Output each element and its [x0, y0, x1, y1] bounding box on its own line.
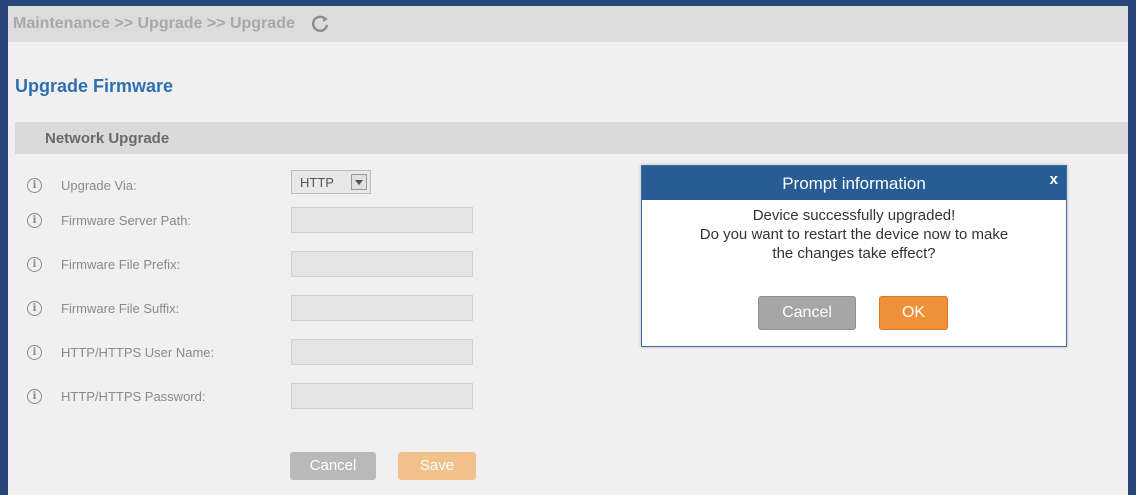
info-icon[interactable]: i [27, 345, 42, 360]
chevron-down-icon[interactable] [351, 174, 367, 190]
page-title: Upgrade Firmware [15, 76, 174, 96]
info-icon[interactable]: i [27, 178, 42, 193]
http-password-input[interactable] [291, 383, 473, 409]
form-row-upgrade-via: i Upgrade Via: HTTP [15, 170, 495, 200]
upgrade-via-label: Upgrade Via: [61, 178, 137, 193]
info-icon[interactable]: i [27, 213, 42, 228]
firmware-file-prefix-label: Firmware File Prefix: [61, 257, 181, 272]
section-header: Network Upgrade [15, 122, 1128, 154]
firmware-server-path-label: Firmware Server Path: [61, 213, 192, 228]
refresh-icon[interactable] [309, 13, 331, 35]
upgrade-via-value: HTTP [300, 175, 334, 190]
form-row-file-prefix: i Firmware File Prefix: [15, 251, 495, 279]
dialog-cancel-button[interactable]: Cancel [758, 296, 856, 330]
close-icon[interactable]: x [1050, 171, 1058, 188]
upgrade-via-select[interactable]: HTTP [291, 170, 371, 194]
firmware-file-suffix-label: Firmware File Suffix: [61, 301, 180, 316]
form-row-user-name: i HTTP/HTTPS User Name: [15, 339, 495, 367]
prompt-dialog: Prompt information x Device successfully… [641, 165, 1067, 347]
firmware-file-suffix-input[interactable] [291, 295, 473, 321]
breadcrumb-bar: Maintenance >> Upgrade >> Upgrade [8, 6, 1128, 42]
info-icon[interactable]: i [27, 389, 42, 404]
dialog-message-line: the changes take effect? [772, 245, 936, 262]
firmware-file-prefix-input[interactable] [291, 251, 473, 277]
http-password-label: HTTP/HTTPS Password: [61, 389, 206, 404]
section-title: Network Upgrade [45, 129, 170, 147]
dialog-ok-button[interactable]: OK [879, 296, 948, 330]
breadcrumb: Maintenance >> Upgrade >> Upgrade [13, 15, 295, 32]
firmware-server-path-input[interactable] [291, 207, 473, 233]
dialog-message: Device successfully upgraded! Do you wan… [642, 206, 1066, 263]
info-icon[interactable]: i [27, 257, 42, 272]
form-row-password: i HTTP/HTTPS Password: [15, 383, 495, 411]
dialog-title: Prompt information [782, 174, 926, 193]
form-row-server-path: i Firmware Server Path: [15, 207, 495, 235]
dialog-message-line: Do you want to restart the device now to… [699, 226, 1009, 243]
save-button[interactable]: Save [398, 452, 476, 480]
http-user-name-label: HTTP/HTTPS User Name: [61, 345, 215, 360]
dialog-header: Prompt information x [642, 166, 1066, 200]
cancel-button[interactable]: Cancel [290, 452, 376, 480]
form-row-file-suffix: i Firmware File Suffix: [15, 295, 495, 323]
http-user-name-input[interactable] [291, 339, 473, 365]
dialog-message-line: Device successfully upgraded! [752, 207, 956, 224]
info-icon[interactable]: i [27, 301, 42, 316]
